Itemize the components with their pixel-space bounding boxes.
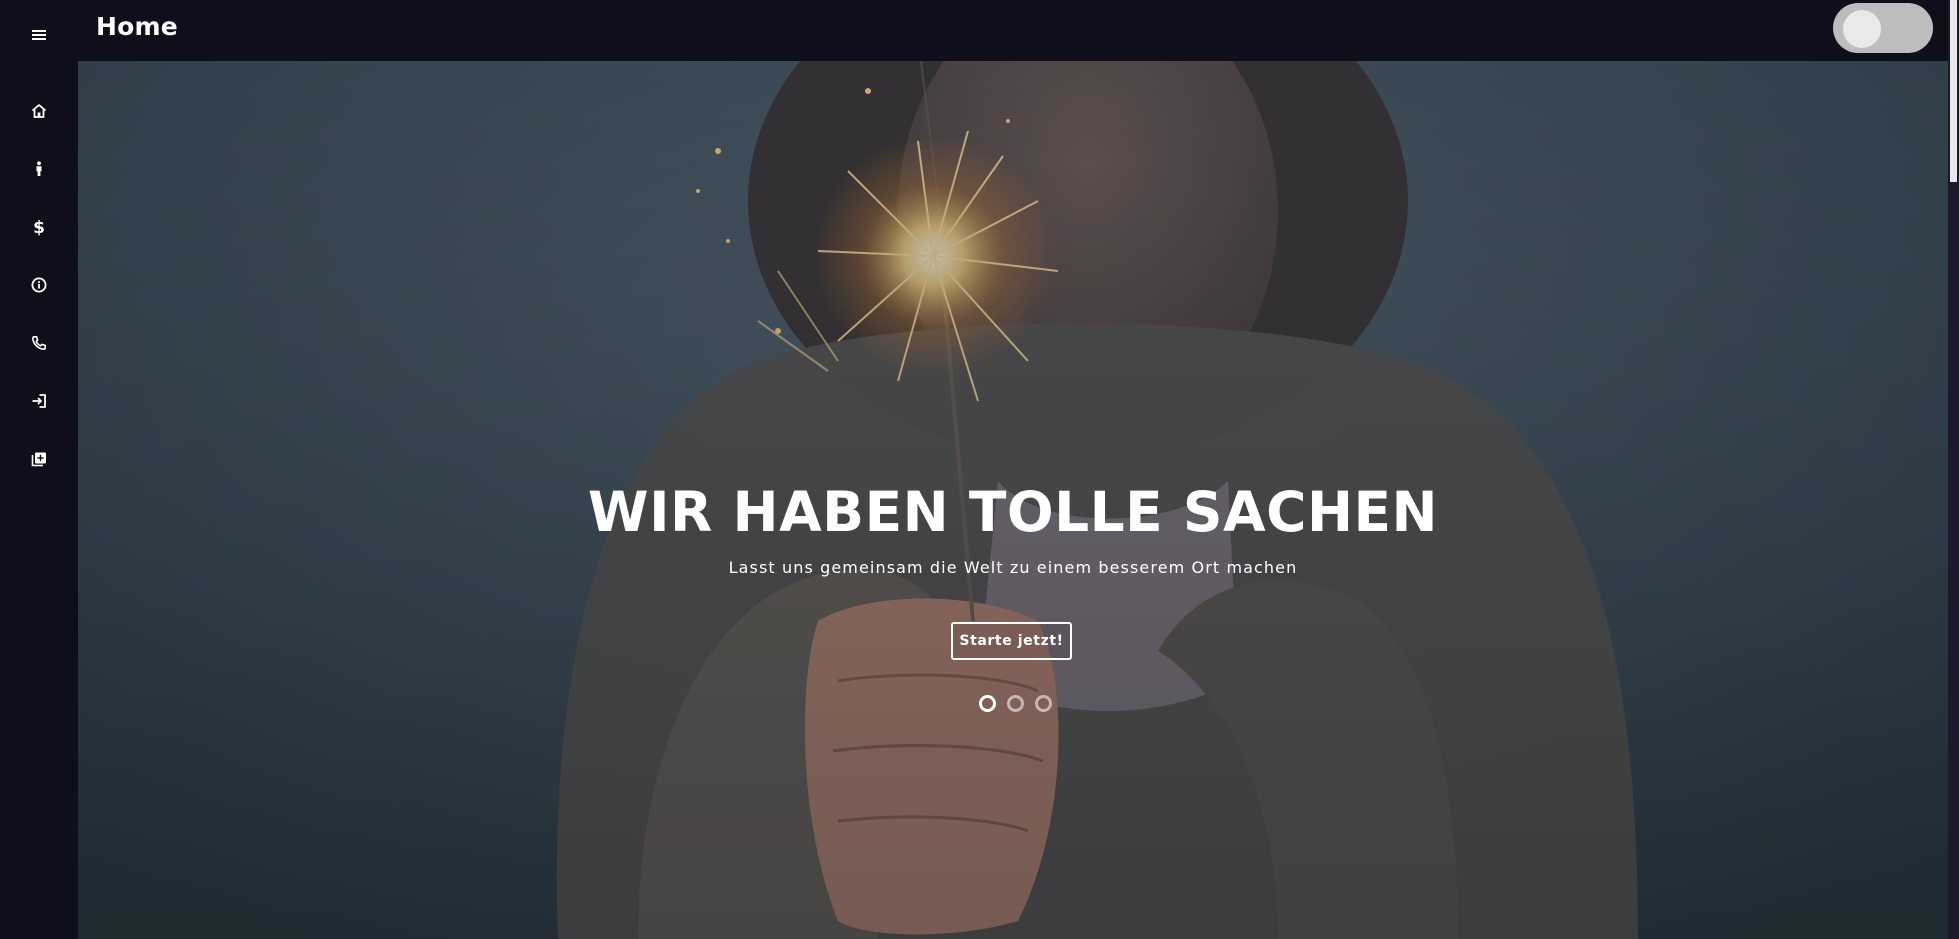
- top-bar: Home: [0, 0, 1948, 61]
- carousel-dot-2[interactable]: [1007, 695, 1024, 712]
- sidebar-item-pricing[interactable]: $: [24, 212, 54, 242]
- toggle-knob: [1843, 10, 1881, 48]
- login-icon: [32, 394, 46, 408]
- theme-toggle[interactable]: [1833, 3, 1933, 53]
- sidebar-item-login[interactable]: [24, 386, 54, 416]
- svg-text:$: $: [33, 218, 45, 237]
- info-icon: [31, 277, 47, 293]
- carousel-dot-1[interactable]: [979, 695, 996, 712]
- scrollbar-thumb[interactable]: [1950, 0, 1957, 182]
- sidebar-item-person[interactable]: [24, 154, 54, 184]
- hero-title: WIR HABEN TOLLE SACHEN: [587, 480, 1439, 544]
- add-box-icon: [31, 452, 46, 467]
- person-icon: [36, 161, 42, 176]
- page-title: Home: [96, 12, 178, 41]
- hamburger-menu-icon[interactable]: [24, 20, 54, 50]
- hero-carousel: WIR HABEN TOLLE SACHEN Lasst uns gemeins…: [78, 61, 1948, 939]
- page-scrollbar[interactable]: [1948, 0, 1959, 939]
- sidebar-item-contact[interactable]: [24, 328, 54, 358]
- phone-icon: [31, 336, 46, 350]
- sidebar-item-add[interactable]: [24, 444, 54, 474]
- sidebar: $: [0, 61, 78, 939]
- sidebar-item-info[interactable]: [24, 270, 54, 300]
- home-icon: [31, 104, 47, 118]
- start-now-button[interactable]: Starte jetzt!: [951, 622, 1072, 660]
- carousel-dot-3[interactable]: [1035, 695, 1052, 712]
- sidebar-item-home[interactable]: [24, 96, 54, 126]
- dollar-icon: $: [33, 218, 45, 237]
- hero-subtitle: Lasst uns gemeinsam die Welt zu einem be…: [728, 558, 1298, 577]
